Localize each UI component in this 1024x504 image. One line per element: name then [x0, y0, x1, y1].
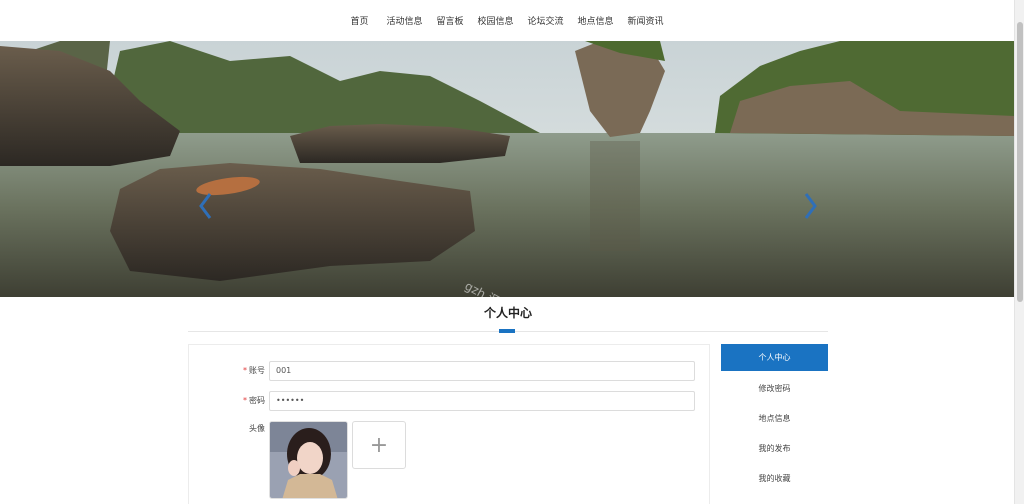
carousel-next-button[interactable] — [800, 191, 820, 221]
side-item-locations[interactable]: 地点信息 — [721, 404, 828, 434]
top-nav: 首页 活动信息 留言板 校园信息 论坛交流 地点信息 新闻资讯 — [0, 0, 1014, 41]
password-row: * 密码 •••••• — [189, 391, 711, 411]
nav-item-news[interactable]: 新闻资讯 — [621, 14, 671, 27]
scrollbar-thumb[interactable] — [1017, 22, 1023, 302]
nav-item-message-board[interactable]: 留言板 — [429, 14, 470, 27]
page-title: 个人中心 — [483, 306, 532, 320]
account-row: * 账号 001 — [189, 361, 711, 381]
chevron-right-icon — [804, 193, 817, 219]
password-label: * 密码 — [229, 391, 265, 411]
banner-carousel: gzh 源码好优多 — [0, 41, 1014, 297]
avatar-photo — [270, 422, 347, 498]
nav-item-home[interactable]: 首页 — [343, 14, 375, 27]
avatar-label: 头像 — [249, 424, 265, 433]
plus-icon: + — [369, 432, 389, 458]
chevron-left-icon — [199, 193, 212, 219]
nav-item-campus-info[interactable]: 校园信息 — [470, 14, 520, 27]
side-item-my-posts[interactable]: 我的发布 — [721, 434, 828, 464]
upload-avatar-button[interactable]: + — [352, 421, 406, 469]
title-accent-bar — [499, 329, 515, 333]
nav-item-locations[interactable]: 地点信息 — [571, 14, 621, 27]
account-label-text: 账号 — [249, 366, 265, 375]
account-input[interactable]: 001 — [269, 361, 695, 381]
required-mark: * — [243, 396, 247, 405]
carousel-prev-button[interactable] — [196, 191, 216, 221]
page: 首页 活动信息 留言板 校园信息 论坛交流 地点信息 新闻资讯 个人中心 * 账… — [0, 0, 1024, 504]
side-item-profile[interactable]: 个人中心 — [721, 344, 828, 371]
page-scrollbar[interactable] — [1014, 0, 1024, 504]
nav-item-activities[interactable]: 活动信息 — [379, 14, 429, 27]
password-label-text: 密码 — [249, 396, 265, 405]
side-menu: 个人中心 修改密码 地点信息 我的发布 我的收藏 — [721, 344, 828, 494]
profile-form: * 账号 001 * 密码 •••••• 头像 + — [188, 344, 710, 504]
password-input[interactable]: •••••• — [269, 391, 695, 411]
avatar-image[interactable] — [269, 421, 348, 499]
nav-item-forum[interactable]: 论坛交流 — [521, 14, 571, 27]
side-item-change-password[interactable]: 修改密码 — [721, 374, 828, 404]
required-mark: * — [243, 366, 247, 375]
account-label: * 账号 — [229, 361, 265, 381]
side-item-my-favorites[interactable]: 我的收藏 — [721, 464, 828, 494]
banner-image — [0, 41, 1014, 297]
